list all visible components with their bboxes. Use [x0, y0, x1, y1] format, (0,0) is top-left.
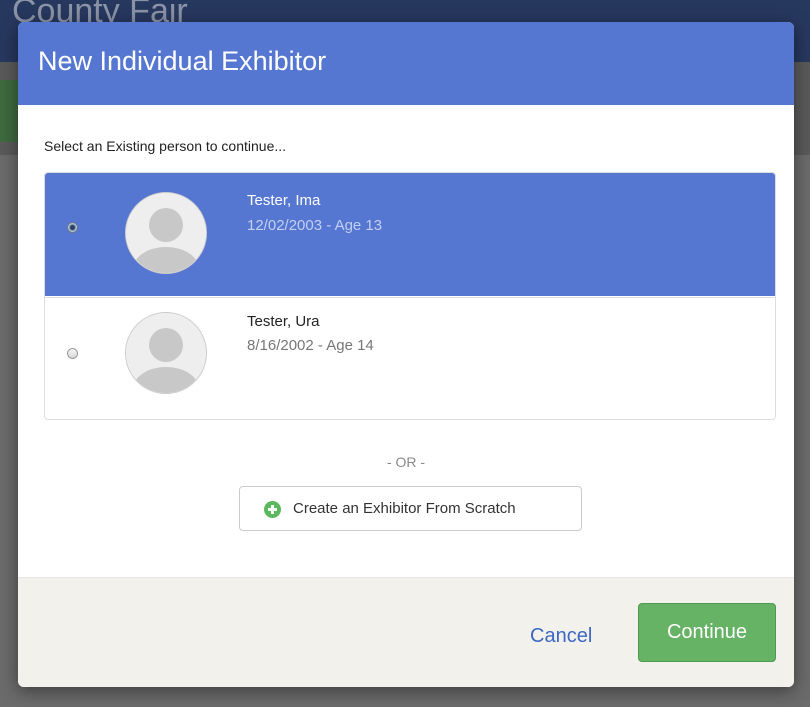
person-name: Tester, Ima [247, 192, 321, 209]
avatar-placeholder-icon [125, 312, 207, 394]
modal-header: New Individual Exhibitor [18, 22, 794, 105]
person-radio-selected[interactable] [67, 222, 78, 233]
person-row-tester-ura[interactable]: Tester, Ura 8/16/2002 - Age 14 [45, 297, 775, 419]
person-dob-age: 8/16/2002 - Age 14 [247, 337, 374, 354]
select-person-prompt: Select an Existing person to continue... [44, 138, 287, 154]
modal-title: New Individual Exhibitor [38, 46, 327, 76]
background-green-bar [0, 80, 18, 142]
new-exhibitor-modal: New Individual Exhibitor Select an Exist… [18, 22, 794, 687]
person-radio[interactable] [67, 348, 78, 359]
person-dob-age: 12/02/2003 - Age 13 [247, 217, 383, 234]
or-separator: - OR - [386, 454, 426, 470]
person-list: Tester, Ima 12/02/2003 - Age 13 Tester, … [44, 172, 776, 420]
person-name: Tester, Ura [247, 313, 320, 330]
create-exhibitor-button[interactable]: Create an Exhibitor From Scratch [239, 486, 582, 531]
create-exhibitor-label: Create an Exhibitor From Scratch [293, 500, 516, 517]
plus-circle-icon [264, 501, 281, 518]
avatar-placeholder-icon [125, 192, 207, 274]
continue-button[interactable]: Continue [638, 603, 776, 662]
person-row-tester-ima[interactable]: Tester, Ima 12/02/2003 - Age 13 [45, 173, 775, 296]
cancel-button[interactable]: Cancel [530, 625, 592, 648]
modal-footer: Cancel Continue [18, 577, 794, 687]
